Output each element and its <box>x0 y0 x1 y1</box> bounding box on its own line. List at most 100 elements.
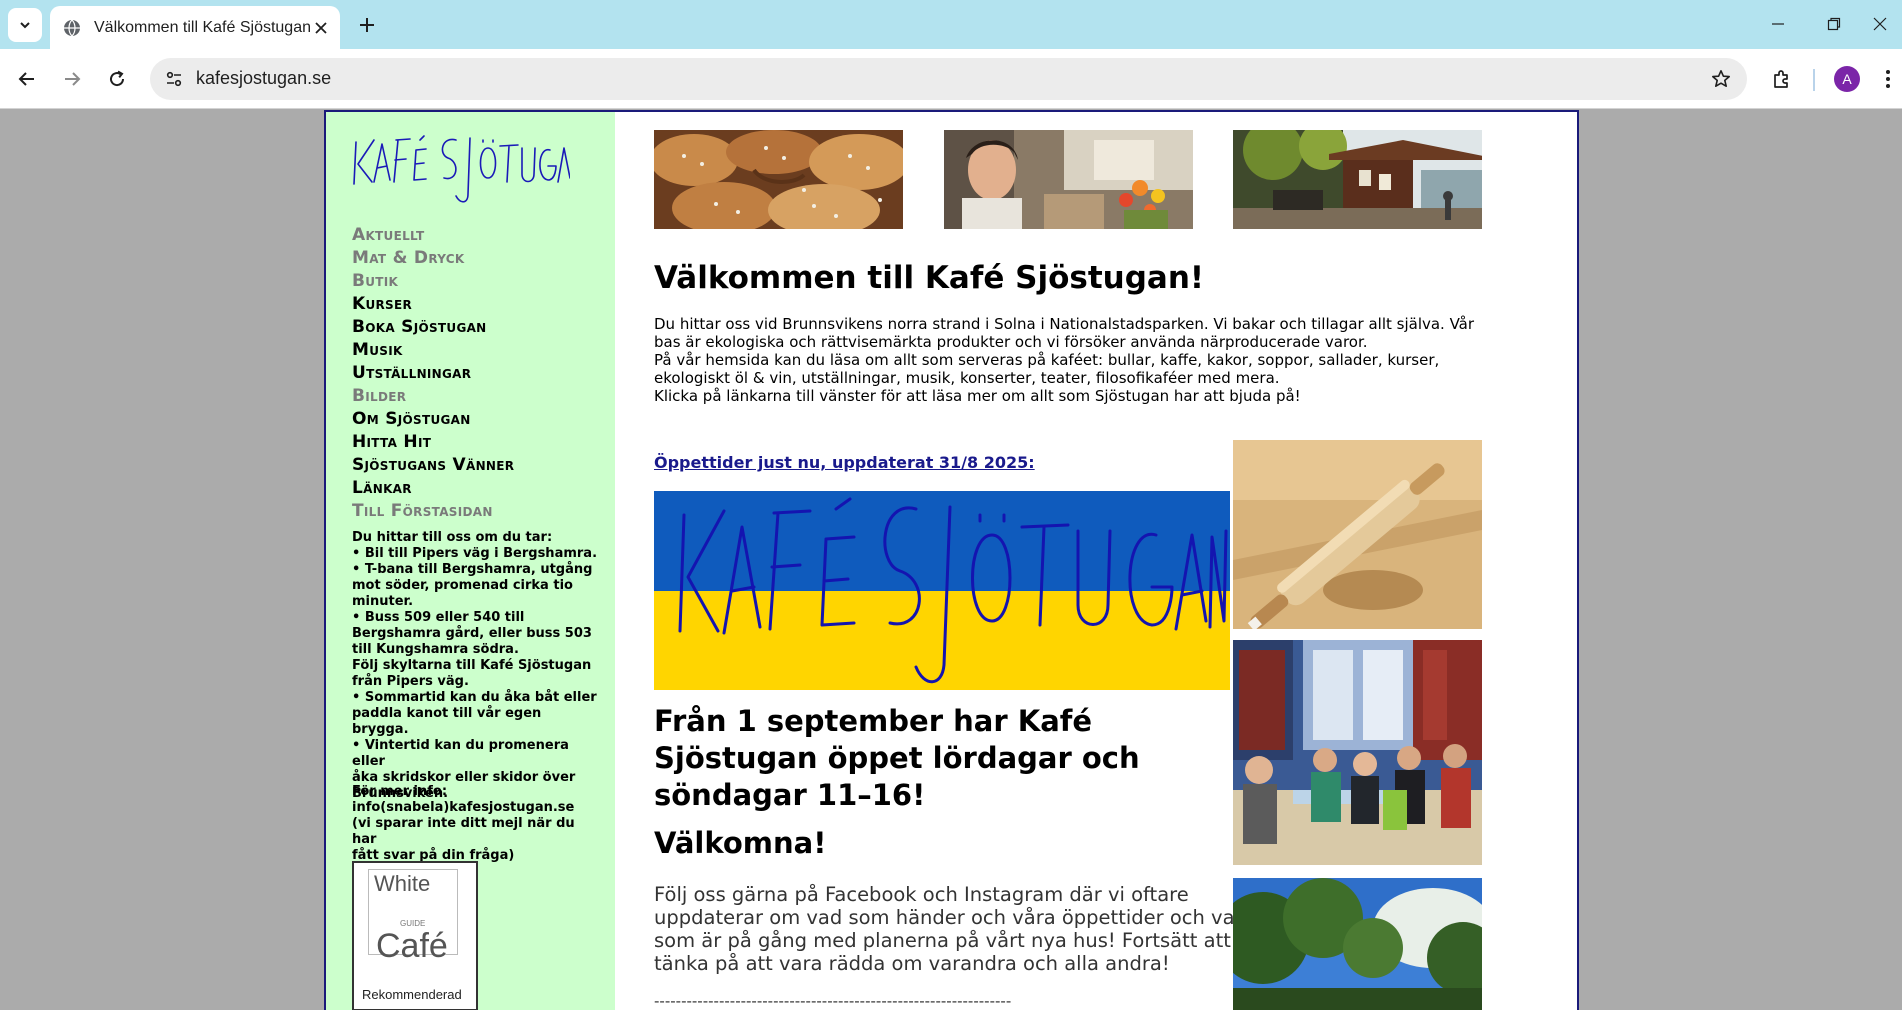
directions-line: Du hittar till oss om du tar: <box>352 530 553 545</box>
banner-logo-image <box>654 491 1230 690</box>
contact-info: För mer info: info(snabela)kafesjostugan… <box>352 784 602 864</box>
contact-email: info(snabela)kafesjostugan.se <box>352 800 575 815</box>
page-container: Aktuellt Mat & Dryck Butik Kurser Boka S… <box>324 110 1579 1010</box>
directions-line: minuter. <box>352 594 414 609</box>
page-viewport: Aktuellt Mat & Dryck Butik Kurser Boka S… <box>0 110 1902 1010</box>
follow-line: Följ oss gärna på Facebook och Instagram… <box>654 883 1189 906</box>
directions-line: • Bil till Pipers väg i Bergshamra. <box>352 546 598 561</box>
directions-text: Du hittar till oss om du tar: • Bil till… <box>352 530 602 802</box>
nav-hitta-hit[interactable]: Hitta Hit <box>352 431 514 454</box>
nav-musik[interactable]: Musik <box>352 339 514 362</box>
photo-cinnamon-buns <box>654 130 903 229</box>
intro-line: bas är ekologiska och rättvisemärkta pro… <box>654 333 1368 351</box>
directions-line: • T-bana till Bergshamra, utgång <box>352 562 593 577</box>
directions-line: Följ skyltarna till Kafé Sjöstugan <box>352 658 592 673</box>
nav-till-forstasidan[interactable]: Till Förstasidan <box>352 500 514 523</box>
forward-button[interactable] <box>54 61 90 97</box>
photo-trees-sky <box>1233 878 1482 1010</box>
site-info-icon[interactable] <box>162 67 186 91</box>
directions-line: paddla kanot till vår egen brygga. <box>352 706 542 737</box>
close-tab-icon[interactable] <box>310 17 332 39</box>
tab-strip: Välkommen till Kafé Sjöstugan <box>0 0 1902 49</box>
reload-icon <box>110 70 125 87</box>
intro-line: ekologiskt öl & vin, utställningar, musi… <box>654 369 1280 387</box>
white-guide-badge[interactable]: White GUIDE Café Rekommenderad <box>352 861 478 1010</box>
address-bar[interactable]: kafesjostugan.se <box>150 58 1747 100</box>
intro-line: Du hittar oss vid Brunnsvikens norra str… <box>654 315 1475 333</box>
bookmark-star-icon[interactable] <box>1709 67 1733 91</box>
minimize-button[interactable] <box>1756 8 1800 40</box>
follow-line: uppdaterar om vad som händer och våra öp… <box>654 906 1247 929</box>
restore-button[interactable] <box>1812 8 1856 40</box>
more-vertical-icon <box>1886 70 1890 88</box>
url-text: kafesjostugan.se <box>196 68 332 88</box>
announcement-line: Sjöstugan öppet lördagar och <box>654 741 1140 775</box>
kafe-sjostugan-logo <box>353 135 571 203</box>
directions-line: Bergshamra gård, eller buss 503 <box>352 626 592 641</box>
badge-recommended-text: Rekommenderad <box>362 987 462 1002</box>
directions-line: från Pipers väg. <box>352 674 469 689</box>
nav-lankar[interactable]: Länkar <box>352 477 514 500</box>
puzzle-icon <box>1774 70 1788 88</box>
follow-us-paragraph: Följ oss gärna på Facebook och Instagram… <box>654 883 1247 975</box>
arrow-left-icon <box>18 72 34 86</box>
toolbar-divider <box>1813 69 1815 91</box>
flag-banner <box>654 491 1230 690</box>
active-tab[interactable]: Välkommen till Kafé Sjöstugan <box>50 6 340 49</box>
announcement-line: söndagar 11–16! <box>654 778 926 812</box>
plus-icon <box>360 18 374 32</box>
info-line: (vi sparar inte ditt mejl när du har <box>352 816 575 847</box>
nav-bilder[interactable]: Bilder <box>352 385 514 408</box>
directions-line: • Sommartid kan du åka båt eller <box>352 690 597 705</box>
new-tab-button[interactable] <box>352 10 382 40</box>
separator-line: ----------------------------------------… <box>654 992 1012 1010</box>
photo-kitchen-staff <box>944 130 1193 229</box>
directions-line: • Buss 509 eller 540 till <box>352 610 525 625</box>
nav-boka-sjostugan[interactable]: Boka Sjöstugan <box>352 316 514 339</box>
photo-guests-outside <box>1233 640 1482 865</box>
info-line: För mer info: <box>352 784 448 799</box>
photo-cafe-exterior <box>1233 130 1482 229</box>
badge-white-text: White <box>374 871 431 896</box>
nav-kurser[interactable]: Kurser <box>352 293 514 316</box>
nav-mat-och-dryck[interactable]: Mat & Dryck <box>352 247 514 270</box>
sidebar: Aktuellt Mat & Dryck Butik Kurser Boka S… <box>326 112 615 1010</box>
restore-icon <box>1827 17 1841 31</box>
welcome-heading: Välkommen till Kafé Sjöstugan! <box>654 260 1205 296</box>
badge-cafe-text: Café <box>376 927 448 965</box>
follow-line: som är på gång med planerna på vårt nya … <box>654 929 1231 952</box>
directions-line: mot söder, promenad cirka tio <box>352 578 573 593</box>
browser-toolbar: kafesjostugan.se A <box>0 49 1902 109</box>
menu-button[interactable] <box>1876 61 1900 97</box>
intro-line: På vår hemsida kan du läsa om allt som s… <box>654 351 1440 369</box>
welcome-greeting: Välkomna! <box>654 826 827 860</box>
tab-search-button[interactable] <box>8 8 42 42</box>
back-button[interactable] <box>9 61 45 97</box>
intro-line: Klicka på länkarna till vänster för att … <box>654 387 1301 405</box>
nav-sjostugans-vanner[interactable]: Sjöstugans Vänner <box>352 454 514 477</box>
nav-butik[interactable]: Butik <box>352 270 514 293</box>
chevron-down-icon <box>20 22 30 29</box>
tab-title: Välkommen till Kafé Sjöstugan <box>94 18 311 36</box>
extensions-button[interactable] <box>1764 61 1800 97</box>
close-icon <box>1873 17 1887 31</box>
nav-aktuellt[interactable]: Aktuellt <box>352 224 514 247</box>
nav-utstallningar[interactable]: Utställningar <box>352 362 514 385</box>
follow-line: tänka på att vara rädda om varandra och … <box>654 952 1170 975</box>
minimize-icon <box>1772 23 1784 25</box>
nav-om-sjostugan[interactable]: Om Sjöstugan <box>352 408 514 431</box>
main-nav: Aktuellt Mat & Dryck Butik Kurser Boka S… <box>352 224 514 523</box>
intro-paragraph: Du hittar oss vid Brunnsvikens norra str… <box>654 315 1494 405</box>
close-window-button[interactable] <box>1858 8 1902 40</box>
photo-rolling-pin <box>1233 440 1482 629</box>
arrow-right-icon <box>65 72 81 86</box>
opening-hours-link[interactable]: Öppettider just nu, uppdaterat 31/8 2025… <box>654 453 1035 472</box>
site-logo[interactable] <box>350 126 571 212</box>
announcement-line: Från 1 september har Kafé <box>654 704 1093 738</box>
globe-icon <box>62 18 82 38</box>
directions-line: till Kungshamra södra. <box>352 642 519 657</box>
announcement-heading: Från 1 september har Kafé Sjöstugan öppe… <box>654 703 1230 814</box>
reload-button[interactable] <box>99 61 135 97</box>
profile-avatar[interactable]: A <box>1834 66 1860 92</box>
directions-line: • Vintertid kan du promenera eller <box>352 738 569 769</box>
